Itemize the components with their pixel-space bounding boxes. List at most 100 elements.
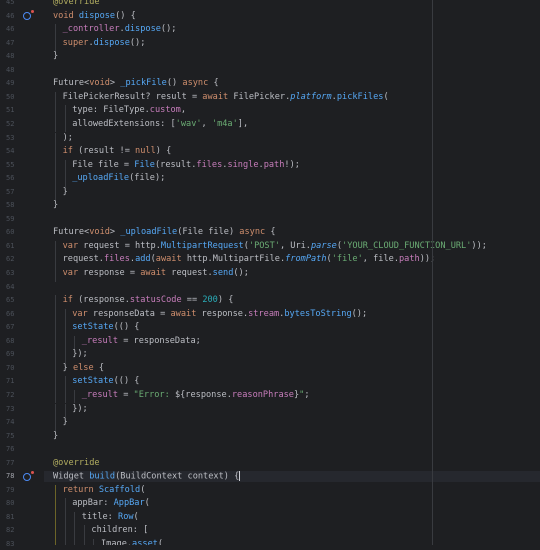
indent-guide [55, 146, 56, 160]
code-token: !); [284, 159, 300, 170]
line-number: 81 [6, 512, 15, 521]
code-line[interactable]: var responseData = await response.stream… [44, 309, 540, 320]
indent-guide [64, 105, 66, 119]
line-number: 53 [6, 133, 15, 142]
code-line[interactable]: void dispose() { [44, 11, 540, 22]
override-gutter-icon[interactable] [23, 470, 34, 481]
code-line[interactable]: }); [44, 404, 540, 415]
indent-guide [64, 173, 66, 187]
code-token: "Error: [133, 389, 175, 400]
code-token: request. [171, 268, 213, 278]
indent-guide [83, 539, 85, 545]
line-number: 55 [6, 160, 15, 169]
code-line[interactable]: } [44, 200, 540, 211]
code-line[interactable]: } [44, 51, 540, 62]
code-line[interactable]: allowedExtensions: ['wav', 'm4a'], [44, 119, 540, 130]
code-line[interactable]: children: [ [44, 525, 540, 536]
code-line[interactable]: if (response.statusCode == 200) { [44, 295, 540, 306]
code-token: files [196, 159, 223, 170]
code-line[interactable]: var request = http.MultipartRequest('POS… [44, 241, 540, 252]
code-token: ( [144, 498, 150, 509]
code-token: } [62, 362, 73, 373]
code-token: _result [81, 335, 119, 346]
code-line[interactable]: _controller.dispose(); [44, 24, 540, 35]
code-line[interactable]: setState(() { [44, 376, 540, 387]
code-line[interactable]: if (result != null) { [44, 146, 540, 157]
indent-guide [55, 376, 56, 390]
indent-guide [55, 268, 56, 282]
code-line[interactable]: } [44, 187, 540, 198]
code-token: ( [140, 484, 146, 495]
right-margin-guide [432, 0, 433, 545]
code-token: parse [310, 240, 337, 251]
line-number: 63 [6, 269, 15, 277]
code-token: _uploadFile [120, 227, 178, 238]
code-line[interactable]: } else { [44, 363, 540, 374]
line-number: 68 [6, 336, 15, 345]
code-token: (File file) [177, 227, 240, 238]
line-number: 50 [6, 92, 15, 101]
code-token: { [93, 362, 105, 373]
code-line[interactable]: } [44, 417, 540, 428]
indent-guide [55, 173, 56, 187]
code-line[interactable]: Widget build(BuildContext context) { [44, 471, 540, 482]
code-line[interactable]: _result = "Error: ${response.reasonPhras… [44, 390, 540, 401]
code-token: stream [248, 308, 280, 319]
code-line[interactable]: }); [44, 349, 540, 360]
code-token: (() { [113, 376, 140, 387]
code-token: ) { [217, 295, 234, 306]
code-token: 'file' [331, 254, 363, 265]
code-line[interactable]: } [44, 431, 540, 442]
code-line[interactable]: var response = await request.send(); [44, 268, 540, 279]
code-line[interactable]: @override [44, 458, 540, 469]
code-line[interactable]: ); [44, 133, 540, 144]
code-token: custom [149, 105, 181, 116]
code-token: ( [157, 539, 164, 545]
code-token: 'YOUR_CLOUD_FUNCTION_URL' [342, 240, 472, 251]
code-token: 200 [202, 295, 218, 306]
code-token: @override [53, 0, 100, 7]
code-token: var [72, 308, 93, 319]
code-line[interactable]: setState(() { [44, 322, 540, 333]
code-token: }); [72, 403, 88, 414]
line-number: 66 [6, 309, 15, 318]
line-number: 79 [6, 485, 15, 494]
code-line[interactable] [44, 65, 540, 76]
code-token: > [109, 227, 121, 238]
code-line[interactable]: super.dispose(); [44, 38, 540, 49]
code-line[interactable]: File file = File(result.files.single.pat… [44, 160, 540, 171]
code-line[interactable] [44, 214, 540, 225]
code-line[interactable]: Future<void> _pickFile() async { [44, 78, 540, 89]
code-editor[interactable]: 45 46 46 47 48 48 49 50 51 52 53 54 55 56 57 58 59 60 61 62… [0, 0, 540, 548]
line-number: 80 [6, 499, 15, 508]
indent-guide [55, 362, 56, 377]
line-number: 58 [6, 201, 15, 210]
override-gutter-icon[interactable] [23, 10, 34, 21]
code-token: () [166, 78, 183, 89]
code-line[interactable]: type: FileType.custom, [44, 105, 540, 116]
code-token: = [118, 389, 134, 400]
indent-guide [55, 91, 56, 106]
code-token: var [62, 240, 84, 251]
code-line[interactable]: return Scaffold( [44, 485, 540, 496]
code-area[interactable]: @override void dispose() { _controller.dis… [44, 0, 540, 545]
code-line[interactable]: appBar: AppBar( [44, 498, 540, 509]
code-line[interactable]: FilePickerResult? result = await FilePic… [44, 92, 540, 103]
code-token: ); [62, 132, 73, 143]
code-line[interactable]: Image.asset( [44, 539, 540, 545]
indent-guide [55, 132, 56, 147]
code-line[interactable]: @override [44, 0, 540, 8]
code-line[interactable]: title: Row( [44, 512, 540, 523]
code-token: (); [129, 37, 146, 48]
code-line[interactable]: Future<void> _uploadFile(File file) asyn… [44, 227, 540, 238]
code-line[interactable]: request.files.add(await http.MultipartFi… [44, 254, 540, 265]
code-token: , file. [362, 254, 399, 265]
line-number-gutter[interactable]: 45 46 46 47 48 48 49 50 51 52 53 54 55 56 57 58 59 60 61 62… [0, 0, 44, 548]
code-line[interactable] [44, 444, 540, 455]
code-token: http.MultipartFile. [186, 254, 286, 265]
code-token: build [89, 471, 116, 482]
code-line[interactable]: _uploadFile(file); [44, 173, 540, 184]
indent-guide [55, 24, 56, 38]
code-line[interactable]: _result = responseData; [44, 336, 540, 347]
code-line[interactable] [44, 282, 540, 293]
